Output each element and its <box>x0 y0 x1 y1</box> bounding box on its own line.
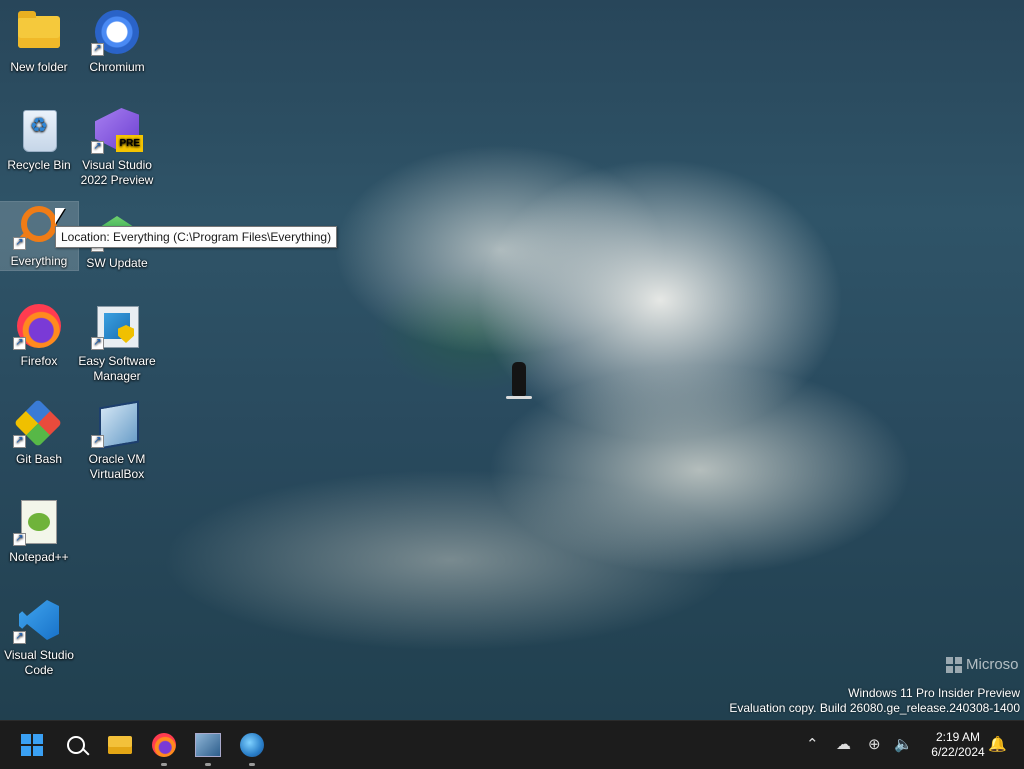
surfer-figure <box>506 362 532 399</box>
onedrive-icon[interactable]: ☁ <box>836 735 851 755</box>
shortcut-arrow-icon: ↗ <box>91 43 104 56</box>
shortcut-arrow-icon: ↗ <box>91 435 104 448</box>
icon-label: Git Bash <box>15 452 63 466</box>
clock-date: 6/22/2024 <box>931 745 985 759</box>
desktop-icon-firefox[interactable]: ↗ Firefox <box>0 302 78 369</box>
virtualbox-icon: ↗ <box>91 400 141 450</box>
shortcut-arrow-icon: ↗ <box>13 631 26 644</box>
desktop-icon-vscode[interactable]: ↗ Visual Studio Code <box>0 596 78 678</box>
icon-tooltip: Location: Everything (C:\Program Files\E… <box>55 226 338 248</box>
firefox-icon: ↗ <box>13 302 63 350</box>
chromium-icon: ↗ <box>91 8 141 56</box>
icon-label-line1: Visual Studio <box>82 158 152 172</box>
notepadpp-icon: ↗ <box>13 498 63 546</box>
shortcut-arrow-icon: ↗ <box>13 435 26 448</box>
chevron-up-icon[interactable]: ⌃ <box>806 735 819 755</box>
icon-label-line1: Easy Software <box>78 354 156 368</box>
start-icon <box>21 734 43 756</box>
icon-label: New folder <box>10 60 68 74</box>
shortcut-arrow-icon: ↗ <box>13 337 26 350</box>
icon-label-line2: VirtualBox <box>89 467 145 481</box>
firefox-icon <box>152 733 176 757</box>
taskbar-clock[interactable]: 2:19 AM 6/22/2024 <box>920 730 996 760</box>
file-explorer-icon <box>108 736 132 754</box>
preview-badge: PRE <box>116 135 143 152</box>
icon-label-line2: 2022 Preview <box>80 173 154 187</box>
desktop-icon-new-folder[interactable]: New folder <box>0 8 78 75</box>
icon-label-line1: Oracle VM <box>88 452 146 466</box>
clock-time: 2:19 AM <box>935 730 981 744</box>
icon-label: Recycle Bin <box>7 158 71 172</box>
start-button[interactable] <box>16 729 48 761</box>
microsoft-logo-text: Microso <box>966 656 1019 673</box>
vscode-icon: ↗ <box>13 596 63 644</box>
volume-icon[interactable]: 🔈 <box>894 735 913 755</box>
evaluation-watermark: Windows 11 Pro Insider Preview Evaluatio… <box>729 686 1020 716</box>
shortcut-arrow-icon: ↗ <box>91 141 104 154</box>
icon-label: Notepad++ <box>9 550 69 564</box>
network-icon[interactable]: ⊕ <box>868 735 881 755</box>
bell-icon[interactable]: 🔔 <box>988 735 1007 755</box>
windows-logo-icon <box>946 656 962 673</box>
desktop-icon-visual-studio[interactable]: PRE ↗ Visual Studio 2022 Preview <box>78 106 156 188</box>
taskbar: ⌃ ☁ ⊕ 🔈 2:19 AM 6/22/2024 🔔 <box>0 720 1024 769</box>
folder-icon <box>15 8 63 56</box>
watermark-line2: Evaluation copy. Build 26080.ge_release.… <box>729 701 1020 715</box>
watermark-line1: Windows 11 Pro Insider Preview <box>848 686 1020 700</box>
icon-label: Chromium <box>89 60 145 74</box>
microsoft-logo: Microso <box>946 656 1019 673</box>
search-button[interactable] <box>60 729 92 761</box>
desktop-icon-chromium[interactable]: ↗ Chromium <box>78 8 156 75</box>
taskbar-app[interactable] <box>192 729 224 766</box>
desktop-icon-virtualbox[interactable]: ↗ Oracle VM VirtualBox <box>78 400 156 482</box>
taskbar-globe-app[interactable] <box>236 729 268 766</box>
mouse-cursor-icon <box>55 208 65 224</box>
taskbar-firefox[interactable] <box>148 729 180 766</box>
icon-label-line2: Code <box>24 663 54 677</box>
shortcut-arrow-icon: ↗ <box>13 533 26 546</box>
icon-label: Everything <box>10 254 68 268</box>
desktop-icon-recycle-bin[interactable]: Recycle Bin <box>0 106 78 173</box>
desktop-icon-easy-software-manager[interactable]: ↗ Easy Software Manager <box>78 302 156 384</box>
icon-label-line2: Manager <box>93 369 141 383</box>
shortcut-arrow-icon: ↗ <box>91 337 104 350</box>
icon-label: Firefox <box>20 354 58 368</box>
desktop-icon-notepadpp[interactable]: ↗ Notepad++ <box>0 498 78 565</box>
git-bash-icon: ↗ <box>13 398 63 448</box>
easy-software-manager-icon: ↗ <box>91 302 141 350</box>
recycle-bin-icon <box>15 106 63 154</box>
search-icon <box>67 736 85 754</box>
shortcut-arrow-icon: ↗ <box>13 237 26 250</box>
taskbar-file-explorer[interactable] <box>104 729 136 761</box>
desktop-icon-git-bash[interactable]: ↗ Git Bash <box>0 398 78 467</box>
visual-studio-icon: PRE ↗ <box>91 106 143 154</box>
icon-label: SW Update <box>86 256 148 270</box>
globe-icon <box>240 733 264 757</box>
icon-label-line1: Visual Studio <box>4 648 74 662</box>
app-icon <box>195 733 221 757</box>
